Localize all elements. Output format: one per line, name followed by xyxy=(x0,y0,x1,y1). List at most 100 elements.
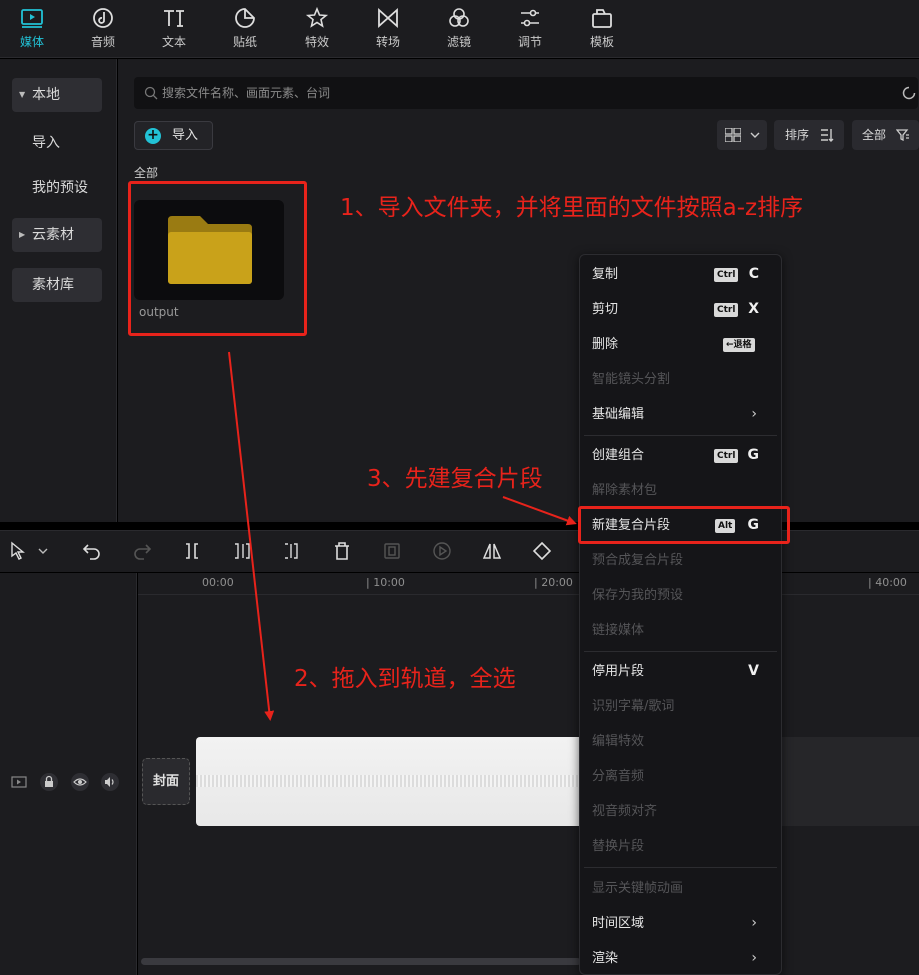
undo-icon[interactable] xyxy=(82,541,102,561)
search-icon xyxy=(144,86,158,100)
tab-label: 调节 xyxy=(517,35,542,49)
sidebar-item-import[interactable]: 导入 xyxy=(12,126,102,160)
menu-item-save-preset: 保存为我的预设 xyxy=(580,578,781,613)
sticker-icon xyxy=(235,8,255,28)
menu-item-av-align: 视音频对齐 xyxy=(580,794,781,829)
menu-item-edit-effects: 编辑特效 xyxy=(580,724,781,759)
sidebar-item-library[interactable]: 素材库 xyxy=(12,268,102,302)
menu-item-label: 智能镜头分割 xyxy=(592,372,671,387)
tick-label: | 20:00 xyxy=(534,576,573,589)
shortcut-key: C xyxy=(748,266,759,282)
tab-text[interactable]: 文本 xyxy=(144,6,204,50)
menu-separator xyxy=(584,435,777,436)
shortcut-modifier: Ctrl xyxy=(714,303,739,317)
menu-item-link-media: 链接媒体 xyxy=(580,613,781,648)
menu-item-label: 删除 xyxy=(592,337,619,352)
freeze-frame-icon[interactable] xyxy=(382,541,402,561)
video-clip[interactable] xyxy=(196,737,636,826)
tab-transition[interactable]: 转场 xyxy=(358,6,418,50)
chevron-right-icon: › xyxy=(751,950,757,966)
search-bar[interactable]: 搜索文件名称、画面元素、台词 xyxy=(134,77,918,109)
eye-icon[interactable] xyxy=(71,773,89,791)
sort-button[interactable]: 排序 xyxy=(774,120,844,150)
sidebar-item-my-presets[interactable]: 我的预设 xyxy=(12,171,102,205)
filter-button[interactable]: 全部 xyxy=(852,120,919,150)
mirror-icon[interactable] xyxy=(482,541,502,561)
highlight-box-folder xyxy=(128,181,307,336)
menu-item-label: 链接媒体 xyxy=(592,623,645,638)
tab-media[interactable]: 媒体 xyxy=(2,6,62,50)
sidebar-item-label: 云素材 xyxy=(32,227,74,243)
sidebar-item-label: 素材库 xyxy=(32,277,74,293)
tab-label: 转场 xyxy=(375,35,400,49)
import-button[interactable]: + 导入 xyxy=(134,121,213,150)
rotate-icon[interactable] xyxy=(532,541,552,561)
delete-icon[interactable] xyxy=(332,541,352,561)
adjust-icon xyxy=(521,9,539,27)
chevron-right-icon: › xyxy=(751,406,757,422)
menu-item-time-region[interactable]: 时间区域 › xyxy=(580,906,781,941)
menu-item-cut[interactable]: 剪切 Ctrl X xyxy=(580,292,781,327)
cover-button[interactable]: 封面 xyxy=(142,758,190,805)
split-left-icon[interactable] xyxy=(232,541,252,561)
menu-item-label: 解除素材包 xyxy=(592,483,658,498)
tab-label: 滤镜 xyxy=(446,35,471,49)
menu-item-copy[interactable]: 复制 Ctrl C xyxy=(580,257,781,292)
tab-audio[interactable]: 音频 xyxy=(73,6,133,50)
tab-sticker[interactable]: 贴纸 xyxy=(215,6,275,50)
tab-label: 特效 xyxy=(304,35,329,49)
menu-item-label: 时间区域 xyxy=(592,916,645,931)
sidebar-item-local[interactable]: ▼ 本地 xyxy=(12,78,102,112)
lock-icon[interactable] xyxy=(40,773,58,791)
redo-icon[interactable] xyxy=(132,541,152,561)
media-icon xyxy=(21,9,43,28)
sidebar-item-label: 我的预设 xyxy=(32,180,88,196)
menu-item-precompose: 预合成复合片段 xyxy=(580,543,781,578)
menu-separator xyxy=(584,867,777,868)
top-toolbar: 媒体 音频 文本 贴纸 特效 转场 滤镜 调节 模板 xyxy=(0,0,919,58)
tab-template[interactable]: 模板 xyxy=(572,6,632,50)
tab-adjust[interactable]: 调节 xyxy=(500,6,560,50)
view-mode-dropdown[interactable] xyxy=(717,120,767,150)
menu-item-label: 渲染 xyxy=(592,951,619,966)
shortcut-modifier: Ctrl xyxy=(714,449,739,463)
play-circle-icon[interactable] xyxy=(432,541,452,561)
timeline-area[interactable]: 00:00 | 10:00 | 20:00 | 40:00 xyxy=(138,573,919,975)
context-menu: 复制 Ctrl C 剪切 Ctrl X 删除 ←退格 智能镜头分割 基础编辑 ›… xyxy=(579,254,782,975)
menu-item-create-group[interactable]: 创建组合 Ctrl G xyxy=(580,438,781,473)
horizontal-scrollbar[interactable] xyxy=(141,958,581,965)
video-clip-tail[interactable] xyxy=(778,737,919,826)
menu-item-recognize-subtitles: 识别字幕/歌词 xyxy=(580,689,781,724)
tab-label: 模板 xyxy=(589,35,614,49)
tab-label: 文本 xyxy=(161,35,186,49)
tab-effects[interactable]: 特效 xyxy=(287,6,347,50)
menu-item-label: 保存为我的预设 xyxy=(592,588,684,603)
chevron-down-icon[interactable] xyxy=(37,545,49,557)
sidebar-item-label: 本地 xyxy=(32,87,60,103)
menu-item-disable-clip[interactable]: 停用片段 V xyxy=(580,654,781,689)
menu-item-show-keyframes: 显示关键帧动画 xyxy=(580,871,781,906)
tab-label: 贴纸 xyxy=(232,35,257,49)
time-ruler: 00:00 | 10:00 | 20:00 | 40:00 xyxy=(138,573,919,595)
split-right-icon[interactable] xyxy=(282,541,302,561)
effects-icon xyxy=(305,6,329,28)
select-cursor-icon[interactable] xyxy=(8,541,28,561)
chevron-right-icon: › xyxy=(751,915,757,931)
speaker-icon[interactable] xyxy=(101,773,119,791)
expand-triangle-icon: ▼ xyxy=(19,90,26,99)
menu-item-delete[interactable]: 删除 ←退格 xyxy=(580,327,781,362)
track-video-icon[interactable] xyxy=(10,773,28,791)
annotation-step-1: 1、导入文件夹，并将里面的文件按照a-z排序 xyxy=(340,195,804,221)
media-sidebar: ▼ 本地 导入 我的预设 ▶ 云素材 素材库 xyxy=(0,59,117,522)
menu-item-render[interactable]: 渲染 › xyxy=(580,941,781,975)
shortcut-key: V xyxy=(748,663,759,679)
menu-item-label: 剪切 xyxy=(592,302,619,317)
sort-label: 排序 xyxy=(785,128,810,142)
tab-filter[interactable]: 滤镜 xyxy=(429,6,489,50)
tick-label: | 10:00 xyxy=(366,576,405,589)
split-icon[interactable] xyxy=(182,541,202,561)
collapse-triangle-icon: ▶ xyxy=(19,230,26,239)
sidebar-item-cloud[interactable]: ▶ 云素材 xyxy=(12,218,102,252)
menu-item-label: 识别字幕/歌词 xyxy=(592,699,675,714)
menu-item-basic-edit[interactable]: 基础编辑 › xyxy=(580,397,781,432)
